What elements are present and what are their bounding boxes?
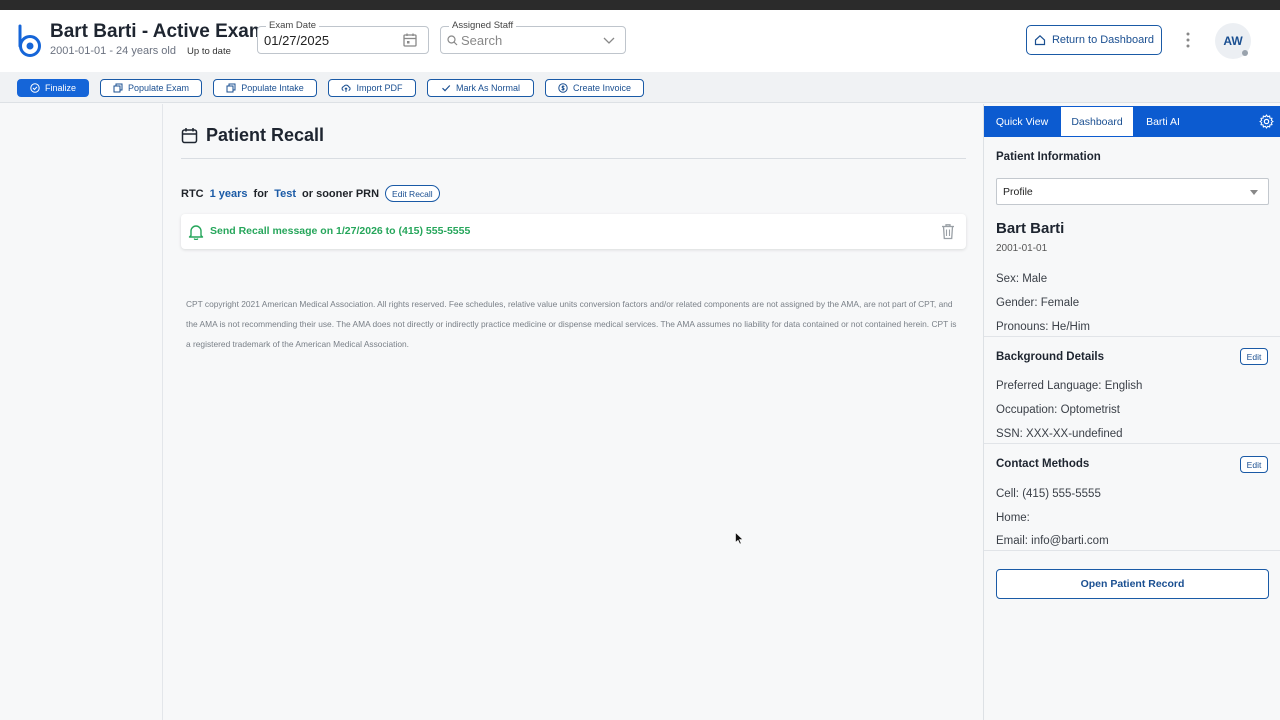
open-patient-record-button[interactable]: Open Patient Record xyxy=(996,569,1269,599)
patient-pronouns: Pronouns: He/Him xyxy=(996,321,1090,333)
mark-as-normal-button[interactable]: Mark As Normal xyxy=(427,79,534,97)
cloud-upload-icon xyxy=(342,84,351,92)
chevron-down-icon[interactable] xyxy=(603,35,615,45)
divider xyxy=(984,550,1280,551)
return-to-dashboard-button[interactable]: Return to Dashboard xyxy=(1026,25,1162,55)
bell-icon xyxy=(188,225,204,240)
gear-icon[interactable] xyxy=(1259,114,1274,129)
import-pdf-button[interactable]: Import PDF xyxy=(328,79,416,97)
patient-dob: 2001-01-01 xyxy=(996,243,1048,254)
copy-icon xyxy=(226,83,236,93)
occupation: Occupation: Optometrist xyxy=(996,404,1120,416)
patient-information-title: Patient Information xyxy=(996,151,1101,163)
section-title: Patient Recall xyxy=(181,125,324,146)
cpt-copyright-notice: CPT copyright 2021 American Medical Asso… xyxy=(186,299,957,349)
action-toolbar: Finalize Populate Exam Populate Intake I… xyxy=(0,72,1280,103)
return-to-dashboard-label: Return to Dashboard xyxy=(1051,34,1155,46)
recall-message-text: Send Recall message on 1/27/2026 to (415… xyxy=(210,225,471,237)
mark-as-normal-label: Mark As Normal xyxy=(455,83,520,93)
divider xyxy=(181,158,966,159)
contact-home: Home: xyxy=(996,512,1030,524)
patient-recall-title: Patient Recall xyxy=(206,125,325,145)
exam-date-value[interactable]: 01/27/2025 xyxy=(264,33,329,48)
rtc-row: RTC 1 years for Test or sooner PRN Edit … xyxy=(181,185,440,202)
create-invoice-label: Create Invoice xyxy=(572,83,632,93)
mouse-cursor-icon xyxy=(735,532,744,545)
populate-exam-button[interactable]: Populate Exam xyxy=(100,79,202,97)
tab-quick-view[interactable]: Quick View xyxy=(984,106,1060,137)
status-text: Up to date xyxy=(187,46,231,57)
edit-recall-button[interactable]: Edit Recall xyxy=(385,185,440,202)
for-label: for xyxy=(253,187,269,200)
main-content: Patient Recall RTC 1 years for Test or s… xyxy=(164,104,983,720)
left-sidebar xyxy=(0,104,163,720)
more-options-icon[interactable] xyxy=(1183,31,1193,49)
assigned-staff-label: Assigned Staff xyxy=(449,20,517,31)
contact-email: Email: info@barti.com xyxy=(996,535,1109,547)
contact-methods-title: Contact Methods xyxy=(996,458,1090,470)
recall-interval: 1 years xyxy=(209,187,248,200)
tab-barti-ai[interactable]: Barti AI xyxy=(1134,106,1192,137)
check-icon xyxy=(442,85,451,92)
app-header: Bart Barti - Active Exam 2001-01-01 - 24… xyxy=(0,10,1280,72)
trash-icon[interactable] xyxy=(940,223,956,240)
window-top-strip xyxy=(0,0,1280,10)
edit-background-button[interactable]: Edit xyxy=(1240,348,1268,365)
rtc-label: RTC xyxy=(181,187,204,200)
exam-date-field[interactable]: Exam Date 01/27/2025 xyxy=(257,20,429,54)
calendar-icon[interactable] xyxy=(402,32,418,48)
staff-search-input[interactable] xyxy=(461,31,591,49)
divider xyxy=(984,336,1280,337)
side-panel-tabs: Quick View Dashboard Barti AI xyxy=(984,106,1280,137)
background-details-title: Background Details xyxy=(996,351,1104,363)
divider xyxy=(984,443,1280,444)
patient-subtitle: 2001-01-01 - 24 years old Up to date xyxy=(50,45,231,57)
finalize-button[interactable]: Finalize xyxy=(17,79,89,97)
prn-label: or sooner PRN xyxy=(302,187,380,200)
edit-contact-button[interactable]: Edit xyxy=(1240,456,1268,473)
profile-select[interactable]: Profile xyxy=(996,178,1269,205)
preferred-language: Preferred Language: English xyxy=(996,380,1143,392)
search-icon xyxy=(447,35,458,46)
check-circle-icon xyxy=(30,83,40,93)
home-icon xyxy=(1034,34,1046,46)
barti-logo-icon xyxy=(18,24,41,57)
ssn: SSN: XXX-XX-undefined xyxy=(996,428,1123,440)
caret-down-icon xyxy=(1250,190,1258,195)
presence-indicator xyxy=(1242,50,1248,56)
patient-gender: Gender: Female xyxy=(996,297,1080,309)
populate-exam-label: Populate Exam xyxy=(127,83,190,93)
recall-message-card: Send Recall message on 1/27/2026 to (415… xyxy=(181,214,966,249)
populate-intake-button[interactable]: Populate Intake xyxy=(213,79,317,97)
populate-intake-label: Populate Intake xyxy=(241,83,304,93)
copy-icon xyxy=(113,83,123,93)
recall-reason: Test xyxy=(274,187,297,200)
calendar-icon xyxy=(181,128,198,144)
finalize-label: Finalize xyxy=(44,83,76,93)
exam-date-label: Exam Date xyxy=(266,20,319,31)
patient-age: 2001-01-01 - 24 years old xyxy=(50,45,176,57)
tab-dashboard[interactable]: Dashboard xyxy=(1060,106,1134,137)
page-title: Bart Barti - Active Exam xyxy=(50,21,266,42)
contact-cell: Cell: (415) 555-5555 xyxy=(996,488,1101,500)
assigned-staff-field[interactable]: Assigned Staff xyxy=(440,20,626,54)
patient-name: Bart Barti xyxy=(996,220,1065,237)
dollar-circle-icon xyxy=(558,83,568,93)
patient-sex: Sex: Male xyxy=(996,273,1048,285)
import-pdf-label: Import PDF xyxy=(356,83,403,93)
profile-select-value: Profile xyxy=(1003,186,1033,198)
create-invoice-button[interactable]: Create Invoice xyxy=(545,79,644,97)
patient-side-panel: Quick View Dashboard Barti AI Patient In… xyxy=(983,104,1280,720)
